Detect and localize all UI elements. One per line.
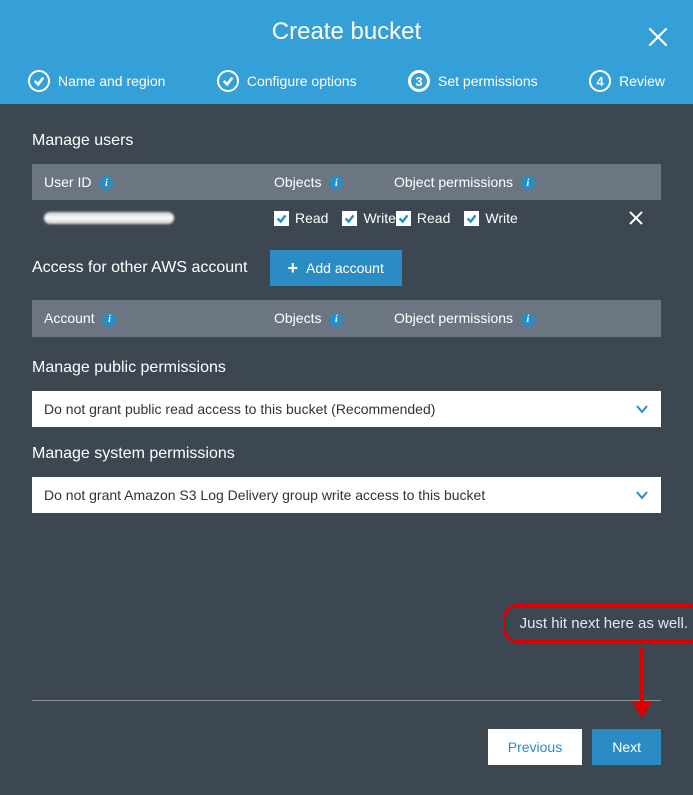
user-id-redacted <box>44 212 174 224</box>
step-label: Configure options <box>247 73 357 89</box>
step-review[interactable]: 4 Review <box>589 70 665 92</box>
manage-public-permissions-heading: Manage public permissions <box>32 359 661 377</box>
delete-user-button[interactable] <box>629 211 649 225</box>
checkbox-checked-icon <box>274 211 289 226</box>
wizard-steps: Name and region Configure options 3 Set … <box>20 64 673 104</box>
info-icon[interactable]: i <box>99 176 113 190</box>
objects-cell: Read Write <box>274 210 396 226</box>
public-permissions-select[interactable]: Do not grant public read access to this … <box>32 391 661 427</box>
access-other-account-row: Access for other AWS account + Add accou… <box>32 250 661 286</box>
next-button[interactable]: Next <box>592 729 661 765</box>
info-icon[interactable]: i <box>102 313 116 327</box>
modal-title: Create bucket <box>20 18 673 64</box>
footer-divider <box>32 700 661 701</box>
select-value: Do not grant Amazon S3 Log Delivery grou… <box>44 487 485 503</box>
column-object-permissions: Object permissions i <box>394 310 649 326</box>
column-label: Objects <box>274 310 321 326</box>
column-label: User ID <box>44 174 91 190</box>
permissions-read-checkbox[interactable]: Read <box>396 210 450 226</box>
step-label: Set permissions <box>438 73 538 89</box>
add-account-button[interactable]: + Add account <box>270 250 402 286</box>
checkbox-label-text: Write <box>363 210 395 226</box>
check-icon <box>28 70 50 92</box>
system-permissions-select[interactable]: Do not grant Amazon S3 Log Delivery grou… <box>32 477 661 513</box>
close-icon <box>645 24 671 50</box>
checkbox-checked-icon <box>396 211 411 226</box>
users-table-header: User ID i Objects i Object permissions i <box>32 164 661 200</box>
column-account: Account i <box>44 310 274 326</box>
checkbox-checked-icon <box>464 211 479 226</box>
info-icon[interactable]: i <box>521 313 535 327</box>
column-label: Object permissions <box>394 310 513 326</box>
checkbox-checked-icon <box>342 211 357 226</box>
column-label: Account <box>44 310 95 326</box>
close-icon <box>629 211 643 225</box>
info-icon[interactable]: i <box>521 176 535 190</box>
objects-read-checkbox[interactable]: Read <box>274 210 328 226</box>
chevron-down-icon <box>635 487 649 503</box>
step-number-icon: 3 <box>408 70 430 92</box>
object-permissions-cell: Read Write <box>396 210 629 226</box>
modal-body: Manage users User ID i Objects i Object … <box>0 104 693 700</box>
previous-button[interactable]: Previous <box>488 729 582 765</box>
plus-icon: + <box>288 259 299 277</box>
footer-buttons: Previous Next <box>32 729 661 765</box>
select-value: Do not grant public read access to this … <box>44 401 435 417</box>
checkbox-label-text: Read <box>295 210 328 226</box>
step-label: Name and region <box>58 73 165 89</box>
column-label: Objects <box>274 174 321 190</box>
user-row: Read Write Read Write <box>32 200 661 236</box>
column-object-permissions: Object permissions i <box>394 174 649 190</box>
chevron-down-icon <box>635 401 649 417</box>
manage-system-permissions-heading: Manage system permissions <box>32 445 661 463</box>
column-objects: Objects i <box>274 310 394 326</box>
modal-footer: Previous Next <box>0 700 693 795</box>
column-label: Object permissions <box>394 174 513 190</box>
annotation-callout: Just hit next here as well. <box>503 604 693 643</box>
step-name-region[interactable]: Name and region <box>28 70 165 92</box>
column-objects: Objects i <box>274 174 394 190</box>
modal-header: Create bucket Name and region Configure … <box>0 0 693 104</box>
manage-users-heading: Manage users <box>32 132 661 150</box>
create-bucket-modal: Create bucket Name and region Configure … <box>0 0 693 795</box>
checkbox-label-text: Write <box>485 210 517 226</box>
step-label: Review <box>619 73 665 89</box>
checkbox-label-text: Read <box>417 210 450 226</box>
user-id-cell <box>44 212 274 224</box>
objects-write-checkbox[interactable]: Write <box>342 210 395 226</box>
accounts-table-header: Account i Objects i Object permissions i <box>32 300 661 336</box>
info-icon[interactable]: i <box>329 313 343 327</box>
column-user-id: User ID i <box>44 174 274 190</box>
check-icon <box>217 70 239 92</box>
access-other-account-heading: Access for other AWS account <box>32 259 248 277</box>
close-button[interactable] <box>645 24 671 50</box>
button-label: Add account <box>306 260 384 276</box>
step-number-icon: 4 <box>589 70 611 92</box>
step-configure-options[interactable]: Configure options <box>217 70 357 92</box>
info-icon[interactable]: i <box>329 176 343 190</box>
permissions-write-checkbox[interactable]: Write <box>464 210 517 226</box>
step-set-permissions[interactable]: 3 Set permissions <box>408 70 538 92</box>
